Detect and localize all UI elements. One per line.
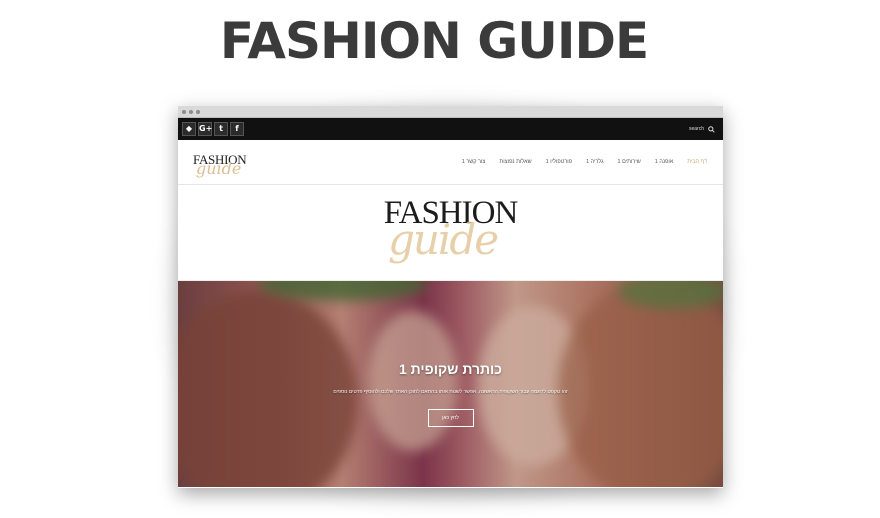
logo-text-bottom: guide — [196, 159, 242, 178]
window-chrome — [178, 106, 723, 118]
stage: FASHION GUIDE ◆ G+ t f search FASHION gu… — [0, 0, 880, 518]
hero-caption: כותרת שקופית 1 זהו טקסט לדוגמה עבור השקו… — [178, 361, 723, 427]
hero-title: כותרת שקופית 1 — [398, 361, 503, 377]
hero-logo: FASHION guide — [178, 185, 723, 281]
window-dot[interactable] — [182, 109, 186, 114]
search-control[interactable]: search — [688, 125, 715, 133]
android-icon[interactable]: ◆ — [182, 122, 196, 136]
browser-window: ◆ G+ t f search FASHION guide דף הבית או… — [178, 106, 723, 488]
nav-menu: דף הבית אופנה 1 שירותים 1 גלריה 1 פורטפו… — [462, 159, 707, 165]
social-links: ◆ G+ t f — [182, 122, 244, 136]
window-dot[interactable] — [196, 109, 200, 114]
facebook-icon[interactable]: f — [230, 122, 244, 136]
hero-logo-bottom: guide — [388, 215, 499, 264]
nav-item-fashion[interactable]: אופנה 1 — [655, 159, 673, 165]
search-icon[interactable] — [708, 125, 715, 133]
hero-slider: כותרת שקופית 1 זהו טקסט לדוגמה עבור השקו… — [178, 281, 723, 487]
twitter-icon[interactable]: t — [214, 122, 228, 136]
top-bar: ◆ G+ t f search — [178, 118, 723, 140]
nav-item-contact[interactable]: צור קשר 1 — [462, 159, 486, 165]
nav-item-faq[interactable]: שאלות נפוצות — [499, 159, 531, 165]
hero-subtitle: זהו טקסט לדוגמה עבור השקופית הראשונה, אפ… — [333, 389, 568, 395]
nav-item-portfolio[interactable]: פורטפוליו 1 — [546, 159, 572, 165]
hero-button[interactable]: לחץ כאן — [427, 409, 474, 427]
window-dot[interactable] — [189, 109, 193, 114]
nav-logo[interactable]: FASHION guide — [190, 146, 254, 178]
main-nav: FASHION guide דף הבית אופנה 1 שירותים 1 … — [178, 140, 723, 185]
nav-item-home[interactable]: דף הבית — [687, 159, 707, 165]
search-label: search — [688, 126, 704, 132]
nav-item-gallery[interactable]: גלריה 1 — [586, 159, 603, 165]
promo-title: FASHION GUIDE — [219, 12, 649, 70]
nav-item-services[interactable]: שירותים 1 — [618, 159, 641, 165]
google-plus-icon[interactable]: G+ — [198, 122, 212, 136]
